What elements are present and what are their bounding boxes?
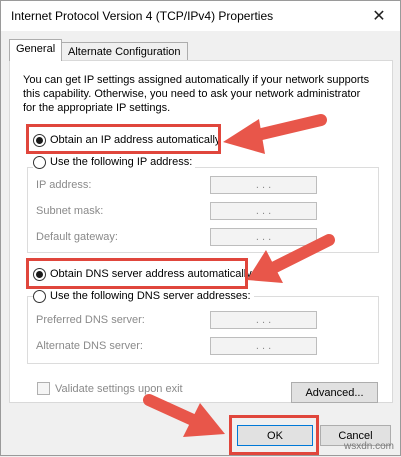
arrow-to-dns-auto bbox=[247, 234, 335, 283]
ipv4-properties-dialog: Internet Protocol Version 4 (TCP/IPv4) P… bbox=[0, 0, 401, 456]
watermark: wsxdn.com bbox=[343, 441, 394, 452]
annotation-arrows bbox=[143, 114, 335, 437]
arrow-to-ok bbox=[143, 394, 225, 437]
arrow-to-ip-auto bbox=[223, 114, 327, 154]
tab-general[interactable]: General bbox=[9, 39, 63, 61]
